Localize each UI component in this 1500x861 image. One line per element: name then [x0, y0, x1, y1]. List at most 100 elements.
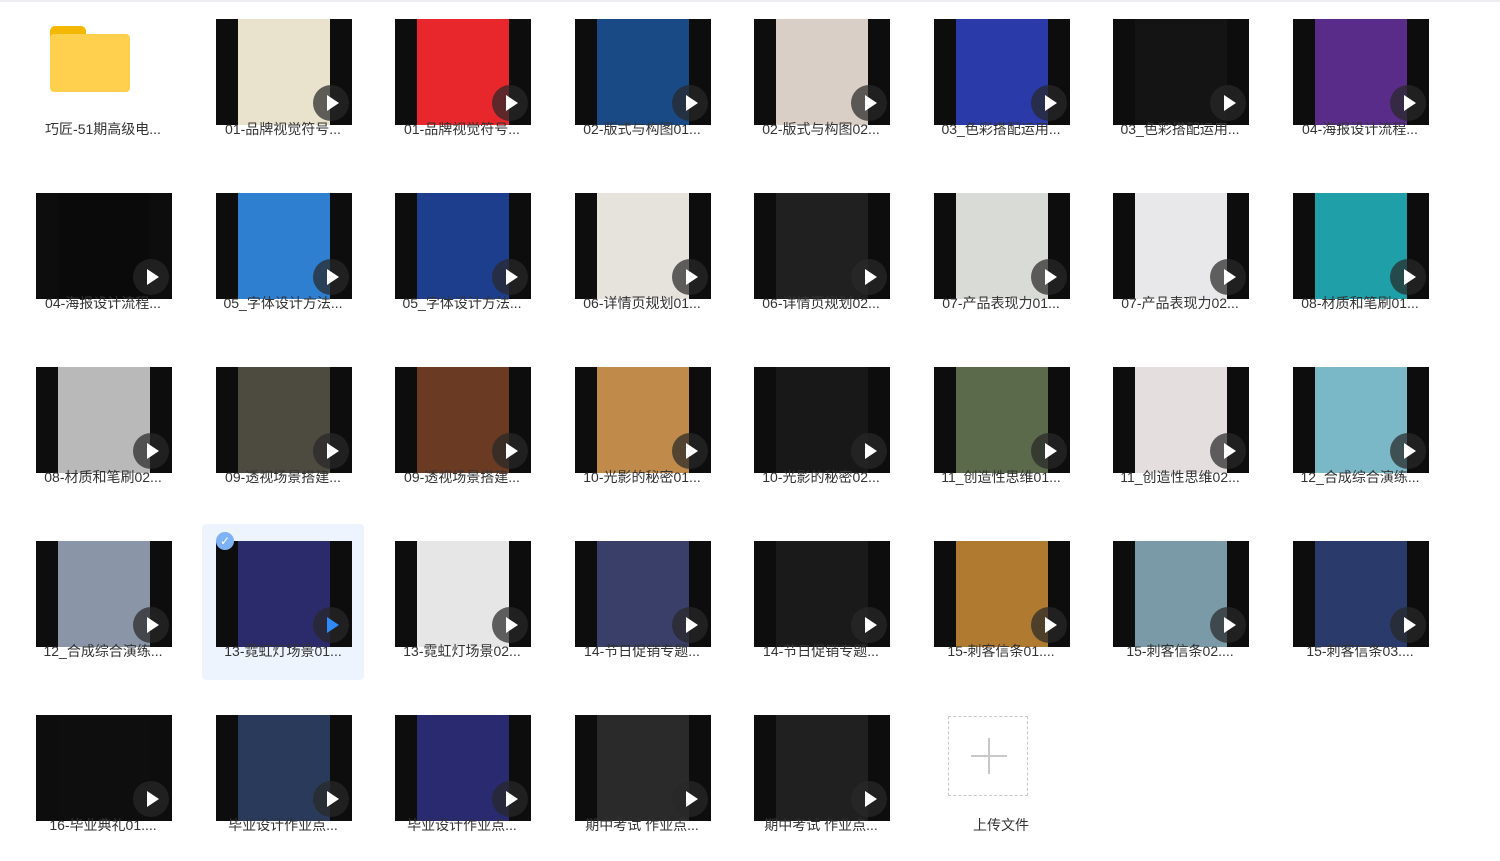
- file-name-label: 12_合成综合演练...: [1300, 469, 1420, 485]
- video-file-item[interactable]: 11_创造性思维02...: [1099, 350, 1261, 506]
- video-file-item[interactable]: 01-品牌视觉符号...: [202, 2, 364, 158]
- file-name-label: 08-材质和笔刷02...: [44, 469, 162, 485]
- video-file-item[interactable]: 06-详情页规划02...: [740, 176, 902, 332]
- selected-check-icon[interactable]: ✓: [216, 532, 234, 550]
- video-file-item[interactable]: 10-光影的秘密01...: [561, 350, 723, 506]
- play-icon[interactable]: [313, 781, 349, 817]
- video-file-item[interactable]: 14-节日促销专题...: [740, 524, 902, 680]
- play-icon[interactable]: [1390, 85, 1426, 121]
- play-icon[interactable]: [492, 607, 528, 643]
- video-file-item[interactable]: 11_创造性思维01...: [920, 350, 1082, 506]
- play-icon[interactable]: [133, 607, 169, 643]
- play-icon[interactable]: [1210, 433, 1246, 469]
- video-thumbnail: [395, 367, 531, 473]
- play-icon[interactable]: [313, 433, 349, 469]
- video-file-item[interactable]: 期中考试 作业点...: [561, 698, 723, 854]
- file-name-label: 10-光影的秘密02...: [762, 469, 880, 485]
- video-file-item[interactable]: 12_合成综合演练...: [1279, 350, 1441, 506]
- play-icon[interactable]: [672, 85, 708, 121]
- video-file-item[interactable]: 08-材质和笔刷01...: [1279, 176, 1441, 332]
- video-file-item[interactable]: 16-毕业典礼01....: [22, 698, 184, 854]
- video-file-item[interactable]: 12_合成综合演练...: [22, 524, 184, 680]
- video-file-item[interactable]: 09-透视场景搭建...: [381, 350, 543, 506]
- video-file-item[interactable]: 05_字体设计方法...: [202, 176, 364, 332]
- video-file-item[interactable]: ✓ 13-霓虹灯场景01...: [202, 524, 364, 680]
- play-icon[interactable]: [313, 85, 349, 121]
- play-icon[interactable]: [1031, 259, 1067, 295]
- video-file-item[interactable]: 15-刺客信条02....: [1099, 524, 1261, 680]
- video-thumbnail: [934, 541, 1070, 647]
- play-icon[interactable]: [672, 259, 708, 295]
- play-icon[interactable]: [492, 433, 528, 469]
- video-thumbnail: [36, 541, 172, 647]
- video-file-item[interactable]: 毕业设计作业点...: [381, 698, 543, 854]
- play-icon[interactable]: [1210, 259, 1246, 295]
- video-file-item[interactable]: 01-品牌视觉符号...: [381, 2, 543, 158]
- folder-icon: [50, 26, 130, 92]
- video-file-item[interactable]: 09-透视场景搭建...: [202, 350, 364, 506]
- play-icon[interactable]: [851, 259, 887, 295]
- video-file-item[interactable]: 15-刺客信条03....: [1279, 524, 1441, 680]
- video-file-item[interactable]: 02-版式与构图01...: [561, 2, 723, 158]
- play-icon[interactable]: [1210, 607, 1246, 643]
- video-file-item[interactable]: 05_字体设计方法...: [381, 176, 543, 332]
- video-thumbnail: [754, 193, 890, 299]
- play-icon[interactable]: [851, 781, 887, 817]
- play-icon[interactable]: [133, 259, 169, 295]
- play-icon[interactable]: [492, 781, 528, 817]
- video-thumbnail: [934, 367, 1070, 473]
- video-file-item[interactable]: 06-详情页规划01...: [561, 176, 723, 332]
- video-file-item[interactable]: 03_色彩搭配运用...: [1099, 2, 1261, 158]
- video-file-item[interactable]: 03_色彩搭配运用...: [920, 2, 1082, 158]
- file-name-label: 08-材质和笔刷01...: [1301, 295, 1419, 311]
- play-icon[interactable]: [851, 433, 887, 469]
- play-icon[interactable]: [1210, 85, 1246, 121]
- file-name-label: 10-光影的秘密01...: [583, 469, 701, 485]
- play-icon[interactable]: [672, 607, 708, 643]
- file-name-label: 15-刺客信条01....: [947, 643, 1055, 659]
- video-thumbnail: [1113, 19, 1249, 125]
- play-icon[interactable]: [672, 433, 708, 469]
- play-icon[interactable]: [851, 607, 887, 643]
- video-file-item[interactable]: 13-霓虹灯场景02...: [381, 524, 543, 680]
- play-icon[interactable]: [492, 85, 528, 121]
- video-thumbnail: [1113, 367, 1249, 473]
- play-icon[interactable]: [1390, 259, 1426, 295]
- file-name-label: 04-海报设计流程...: [1302, 121, 1418, 137]
- play-icon[interactable]: [133, 433, 169, 469]
- video-thumbnail: [575, 193, 711, 299]
- video-thumbnail: [36, 715, 172, 821]
- file-name-label: 13-霓虹灯场景01...: [224, 643, 342, 659]
- play-icon[interactable]: [492, 259, 528, 295]
- video-file-item[interactable]: 02-版式与构图02...: [740, 2, 902, 158]
- video-file-item[interactable]: 10-光影的秘密02...: [740, 350, 902, 506]
- video-file-item[interactable]: 07-产品表现力01...: [920, 176, 1082, 332]
- play-icon[interactable]: [313, 607, 349, 643]
- upload-file-button[interactable]: 上传文件: [920, 698, 1082, 854]
- video-file-item[interactable]: 04-海报设计流程...: [22, 176, 184, 332]
- video-thumbnail: [36, 367, 172, 473]
- video-file-item[interactable]: 毕业设计作业点...: [202, 698, 364, 854]
- play-icon[interactable]: [313, 259, 349, 295]
- file-name-label: 09-透视场景搭建...: [225, 469, 341, 485]
- video-file-item[interactable]: 04-海报设计流程...: [1279, 2, 1441, 158]
- play-icon[interactable]: [851, 85, 887, 121]
- video-thumbnail: [754, 541, 890, 647]
- play-icon[interactable]: [1390, 607, 1426, 643]
- folder-item[interactable]: 巧匠-51期高级电...: [22, 2, 184, 158]
- video-file-item[interactable]: 08-材质和笔刷02...: [22, 350, 184, 506]
- video-file-item[interactable]: 期中考试 作业点...: [740, 698, 902, 854]
- play-icon[interactable]: [672, 781, 708, 817]
- play-icon[interactable]: [1390, 433, 1426, 469]
- video-file-item[interactable]: 07-产品表现力02...: [1099, 176, 1261, 332]
- play-icon[interactable]: [133, 781, 169, 817]
- play-icon[interactable]: [1031, 607, 1067, 643]
- play-icon[interactable]: [1031, 433, 1067, 469]
- play-icon[interactable]: [1031, 85, 1067, 121]
- file-name-label: 03_色彩搭配运用...: [941, 121, 1061, 137]
- file-name-label: 毕业设计作业点...: [407, 817, 517, 833]
- video-file-item[interactable]: 14-节日促销专题...: [561, 524, 723, 680]
- file-name-label: 16-毕业典礼01....: [49, 817, 157, 833]
- video-file-item[interactable]: 15-刺客信条01....: [920, 524, 1082, 680]
- file-name-label: 11_创造性思维01...: [941, 469, 1061, 485]
